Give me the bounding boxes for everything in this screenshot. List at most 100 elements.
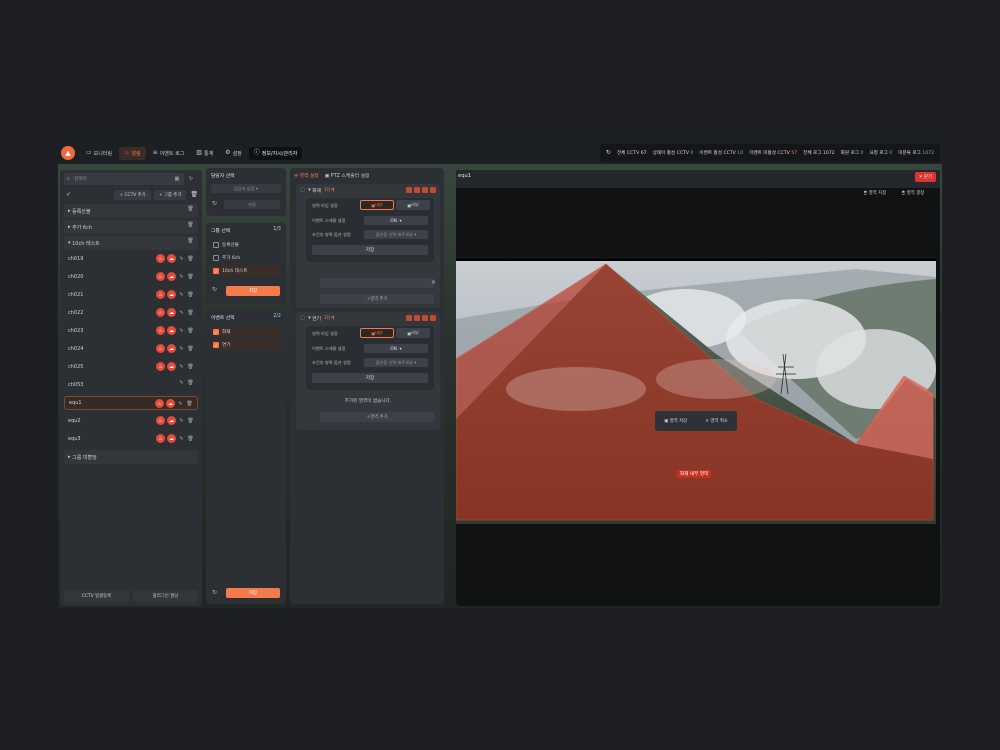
- eye-off-icon[interactable]: ◌: [300, 187, 305, 193]
- trash-icon[interactable]: 🗑: [187, 380, 194, 386]
- trash-icon[interactable]: 🗑: [190, 192, 198, 198]
- schedule-select[interactable]: ON ▾: [364, 344, 428, 353]
- edit-icon[interactable]: ✎: [177, 401, 184, 407]
- zone-save-button[interactable]: ▣ 영역 저장: [664, 418, 687, 424]
- event-save-button[interactable]: 저장: [226, 588, 280, 598]
- camera-row[interactable]: ch025 ♨ ☁ ✎ 🗑: [64, 360, 198, 374]
- refresh-icon[interactable]: ↻: [606, 150, 611, 156]
- camera-row[interactable]: ch020 ♨ ☁ ✎ 🗑: [64, 270, 198, 284]
- tree-group-row[interactable]: ▸ 추가 6ch 🗑: [64, 220, 198, 234]
- trash-icon[interactable]: 🗑: [187, 292, 194, 298]
- trash-icon[interactable]: 🗑: [187, 238, 194, 244]
- paste-icon[interactable]: [414, 187, 420, 193]
- edit-icon[interactable]: ✎: [178, 436, 185, 442]
- camera-row[interactable]: ch021 ♨ ☁ ✎ 🗑: [64, 288, 198, 302]
- tree-group-row[interactable]: ▸ 등록산불 🗑: [64, 204, 198, 218]
- tab-zone-settings[interactable]: ✣ 영역 설정: [294, 172, 319, 179]
- schedule-select[interactable]: ON ▾: [364, 216, 428, 225]
- trash-icon[interactable]: 🗑: [187, 222, 194, 228]
- camera-row[interactable]: ch019 ♨ ☁ ✎ 🗑: [64, 252, 198, 266]
- add-cctv-button[interactable]: + CCTV 추가: [114, 190, 151, 200]
- nav-monitoring[interactable]: ▭ 모니터링: [81, 147, 117, 160]
- reset-icon[interactable]: ↻: [212, 286, 217, 293]
- refresh-icon[interactable]: ↻: [186, 174, 196, 184]
- condition-select[interactable]: 옵션을 선택 해주세요 ▾: [364, 230, 428, 239]
- eye-off-icon[interactable]: ◌: [300, 315, 305, 321]
- camera-row-selected[interactable]: equ1 ♨ ☁ ✎ 🗑: [64, 396, 198, 410]
- trash-icon[interactable]: 🗑: [187, 256, 194, 262]
- camera-row[interactable]: ch022 ♨ ☁ ✎ 🗑: [64, 306, 198, 320]
- checkbox[interactable]: [213, 242, 219, 248]
- event-option-checked[interactable]: ✓ 화재: [211, 327, 281, 337]
- event-option-checked[interactable]: ✓ 연기: [211, 340, 281, 350]
- group-save-button[interactable]: 저장: [226, 286, 280, 296]
- camera-video-frame[interactable]: ▣ 영역 저장 ✕ 영역 취소 화재 내부 영역: [456, 259, 936, 524]
- trash-icon[interactable]: 🗑: [187, 418, 194, 424]
- checkbox-checked[interactable]: ✓: [213, 329, 219, 335]
- save-icon[interactable]: [406, 315, 412, 321]
- trash-icon[interactable]: 🗑: [187, 346, 194, 352]
- plugin-assign-button[interactable]: 플러그인 할당: [133, 590, 198, 602]
- edit-icon[interactable]: ✎: [178, 292, 185, 298]
- tree-group-row[interactable]: ▾ 10ch 테스트 🗑: [64, 236, 198, 250]
- search-input[interactable]: ⌕ 검색어: [64, 173, 184, 185]
- reset-icon[interactable]: ↻: [212, 589, 217, 596]
- nav-admin[interactable]: ⓘ 정보/지시/관리자: [248, 146, 303, 160]
- copy-icon[interactable]: [422, 315, 428, 321]
- edit-icon[interactable]: ✎: [178, 328, 185, 334]
- zone-outer-button[interactable]: ▣ 외부: [396, 328, 430, 338]
- condition-select[interactable]: 옵션을 선택 해주세요 ▾: [364, 358, 428, 367]
- trash-icon[interactable]: [430, 315, 436, 321]
- edit-icon[interactable]: ✎: [178, 256, 185, 262]
- edit-icon[interactable]: ✎: [178, 364, 185, 370]
- edit-icon[interactable]: ✎: [178, 418, 185, 424]
- zone-confirm-button[interactable]: 🖱 영역 결정: [902, 190, 924, 196]
- trash-icon[interactable]: 🗑: [187, 436, 194, 442]
- check-icon[interactable]: ✓: [66, 192, 71, 198]
- camera-row[interactable]: ch023 ♨ ☁ ✎ 🗑: [64, 324, 198, 338]
- group-option[interactable]: 등록산불: [211, 240, 281, 250]
- close-icon[interactable]: ✕: [431, 280, 436, 286]
- camera-row[interactable]: ch053 ✎ 🗑: [64, 378, 198, 392]
- camera-row[interactable]: equ3 ♨ ☁ ✎ 🗑: [64, 432, 198, 446]
- logo-icon[interactable]: ▲: [61, 146, 75, 160]
- zone-cancel-button[interactable]: ✕ 영역 취소: [705, 418, 728, 424]
- zone-outer-button[interactable]: ▣ 외부: [396, 200, 430, 210]
- checkbox[interactable]: [213, 255, 219, 261]
- camera-row[interactable]: ch024 ♨ ☁ ✎ 🗑: [64, 342, 198, 356]
- trash-icon[interactable]: [430, 187, 436, 193]
- fire-add-zone-button[interactable]: + 영역 추가: [320, 294, 434, 304]
- tree-group-unassigned[interactable]: ▸ 그룹 미할당: [64, 450, 198, 464]
- paste-icon[interactable]: [414, 315, 420, 321]
- smoke-add-zone-button[interactable]: + 영역 추가: [320, 412, 434, 422]
- trash-icon[interactable]: 🗑: [186, 401, 193, 407]
- edit-icon[interactable]: ✎: [178, 380, 185, 386]
- copy-icon[interactable]: [422, 187, 428, 193]
- reset-icon[interactable]: ↻: [212, 200, 217, 207]
- add-group-button[interactable]: + 그룹 추가: [153, 190, 187, 200]
- checkbox-checked[interactable]: ✓: [213, 268, 219, 274]
- group-option-checked[interactable]: ✓ 10ch 테스트: [211, 266, 281, 276]
- manager-save-button[interactable]: 저장: [224, 200, 280, 209]
- smoke-zone-save-button[interactable]: 저장: [312, 373, 428, 383]
- edit-icon[interactable]: ✎: [178, 346, 185, 352]
- trash-icon[interactable]: 🗑: [187, 310, 194, 316]
- edit-icon[interactable]: ✎: [178, 274, 185, 280]
- zone-inner-button[interactable]: ▣ 내부: [360, 200, 394, 210]
- zone-draw-button[interactable]: 🖱 영역 지정: [864, 190, 886, 196]
- checkbox-checked[interactable]: ✓: [213, 342, 219, 348]
- nav-settings[interactable]: ⚙ 설정: [220, 147, 247, 160]
- group-option[interactable]: 추가 6ch: [211, 253, 281, 263]
- cctv-bulk-register-button[interactable]: CCTV 일괄등록: [64, 590, 129, 602]
- tab-ptz-scheduler[interactable]: ▣ PTZ 스케줄러 설정: [325, 172, 370, 179]
- trash-icon[interactable]: 🗑: [187, 328, 194, 334]
- viewer-close-button[interactable]: ✕ 닫기: [914, 172, 936, 182]
- nav-alarm[interactable]: ♨ 알림: [119, 146, 146, 160]
- zone-name-input[interactable]: [320, 278, 434, 288]
- manager-select[interactable]: 담당자 없음 ▾: [211, 184, 281, 193]
- nav-statistics[interactable]: ▥ 통계: [191, 147, 218, 160]
- fire-zone-save-button[interactable]: 저장: [312, 245, 428, 255]
- save-icon[interactable]: [406, 187, 412, 193]
- edit-icon[interactable]: ✎: [178, 310, 185, 316]
- zone-inner-button[interactable]: ▣ 내부: [360, 328, 394, 338]
